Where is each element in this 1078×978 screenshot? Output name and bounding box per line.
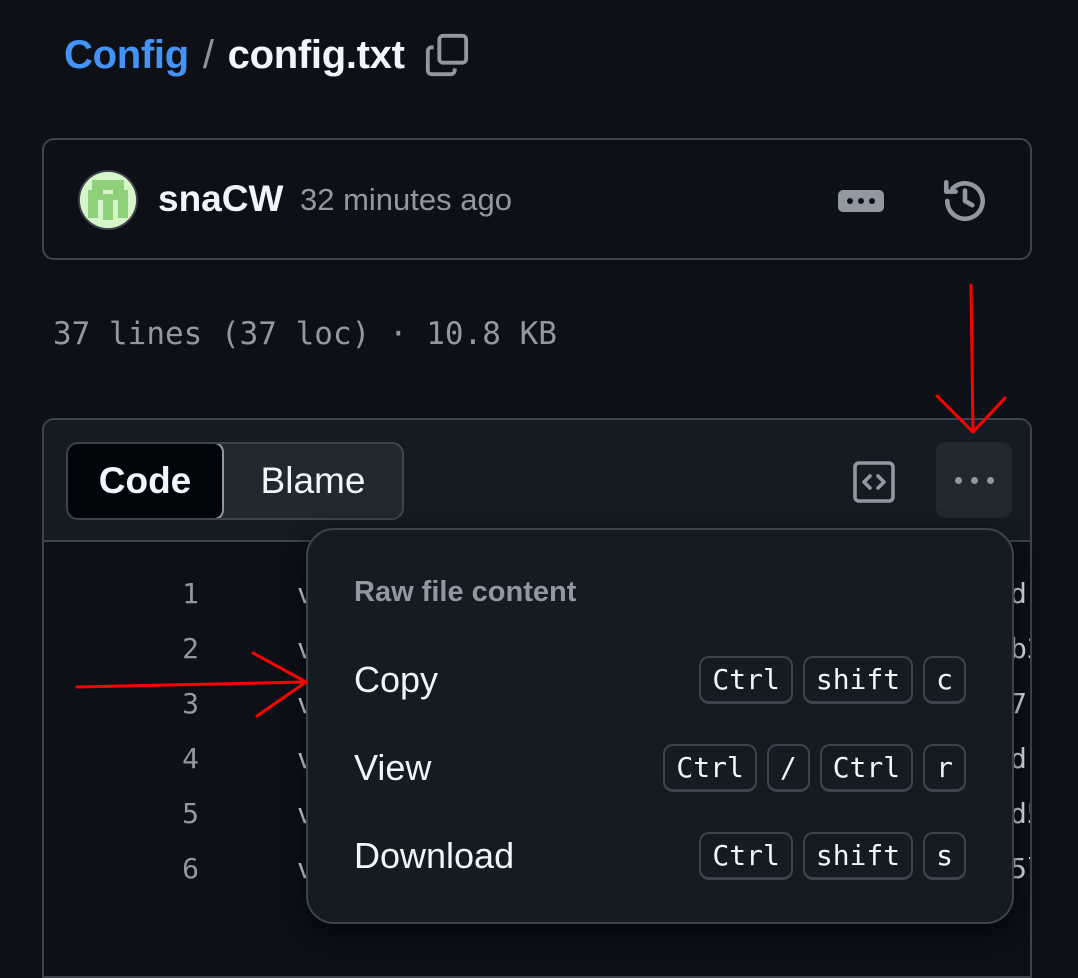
file-info: 37 lines (37 loc) · 10.8 KB (53, 316, 557, 352)
kebab-horizontal-icon (847, 198, 853, 204)
kbd-key: c (923, 656, 966, 704)
commit-author[interactable]: snaCW (158, 178, 283, 220)
line-number[interactable]: 5 (44, 797, 199, 830)
arrow-down-icon (935, 283, 1007, 434)
line-number[interactable]: 1 (44, 577, 199, 610)
symbols-button[interactable] (850, 458, 898, 506)
shortcut-keys: Ctrl / Ctrl r (663, 744, 966, 792)
code-toolbar: Code Blame (44, 420, 1030, 542)
kbd-key: Ctrl (699, 656, 793, 704)
shortcut-keys: Ctrl shift s (699, 832, 966, 880)
breadcrumb: Config / config.txt (64, 28, 471, 82)
kbd-key: / (766, 744, 810, 792)
tab-code[interactable]: Code (68, 444, 224, 518)
line-number[interactable]: 4 (44, 742, 199, 775)
line-number[interactable]: 3 (44, 687, 199, 720)
breadcrumb-separator: / (202, 32, 214, 77)
identicon-icon (80, 172, 136, 228)
kbd-key: r (923, 744, 966, 792)
kbd-key: Ctrl (699, 832, 793, 880)
view-switcher: Code Blame (66, 442, 404, 520)
menu-item-label: Copy (354, 659, 439, 700)
breadcrumb-repo-link[interactable]: Config (64, 33, 189, 78)
line-number[interactable]: 6 (44, 852, 199, 885)
more-options-icon (954, 476, 962, 484)
latest-commit-bar: snaCW 32 minutes ago (42, 138, 1032, 260)
tab-blame[interactable]: Blame (224, 444, 402, 518)
commit-time: 32 minutes ago (300, 182, 512, 217)
menu-item-view[interactable]: View Ctrl / Ctrl r (308, 733, 1012, 803)
more-options-button[interactable] (936, 442, 1012, 518)
kbd-key: Ctrl (819, 744, 914, 792)
history-button[interactable] (940, 176, 990, 226)
menu-item-label: Download (354, 835, 515, 876)
menu-heading: Raw file content (354, 576, 577, 608)
breadcrumb-file-name: config.txt (227, 32, 405, 77)
raw-file-menu: Raw file content Copy Ctrl shift c View … (306, 528, 1014, 924)
menu-item-download[interactable]: Download Ctrl shift s (308, 821, 1012, 891)
copy-icon (425, 33, 468, 77)
kbd-key: s (923, 832, 966, 880)
kbd-key: shift (802, 832, 914, 880)
commit-message-expander[interactable] (838, 190, 884, 212)
line-number[interactable]: 2 (44, 632, 199, 665)
history-icon (943, 179, 985, 222)
copy-path-button[interactable] (423, 31, 471, 79)
avatar[interactable] (80, 172, 136, 228)
code-symbols-icon (853, 461, 895, 503)
kbd-key: shift (802, 656, 914, 704)
kbd-key: Ctrl (663, 744, 757, 792)
menu-item-label: View (354, 747, 432, 788)
shortcut-keys: Ctrl shift c (699, 656, 966, 704)
menu-item-copy[interactable]: Copy Ctrl shift c (308, 645, 1012, 715)
